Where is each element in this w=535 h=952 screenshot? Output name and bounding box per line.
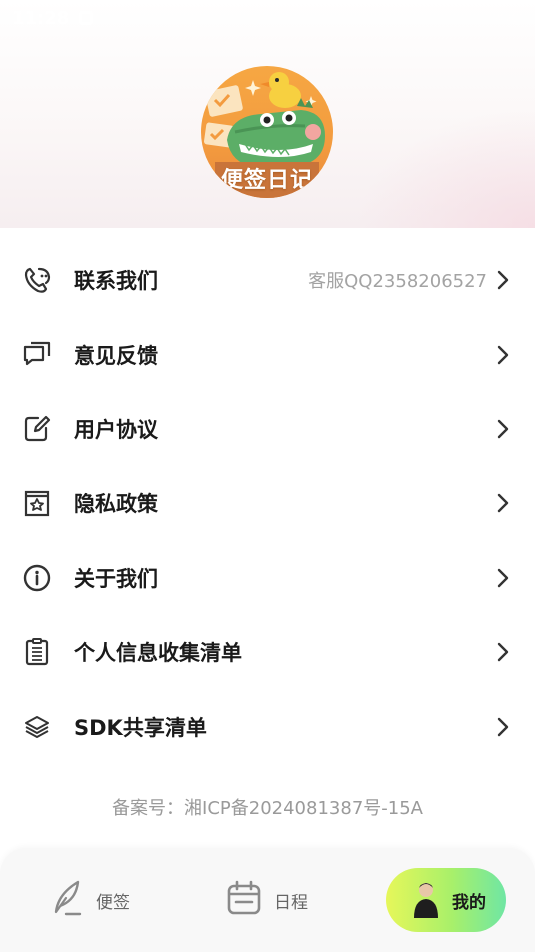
calendar-icon	[226, 880, 262, 921]
star-badge-icon	[22, 488, 52, 518]
menu-item-label: SDK共享清单	[74, 715, 207, 740]
chevron-right-icon	[497, 493, 513, 513]
edit-document-icon	[22, 414, 52, 444]
settings-menu: 联系我们 客服QQ2358206527 意见反馈 用户协议 隐私政策 关于我们 …	[0, 243, 535, 764]
user-avatar-icon	[412, 880, 440, 920]
menu-item-feedback[interactable]: 意见反馈	[0, 317, 535, 391]
tab-label: 日程	[274, 892, 308, 913]
chevron-right-icon	[497, 568, 513, 588]
menu-item-label: 联系我们	[74, 269, 158, 294]
menu-item-label: 隐私政策	[74, 492, 158, 517]
feather-pen-icon	[50, 878, 84, 923]
avatar[interactable]: 便签日记	[201, 66, 333, 198]
menu-item-label: 意见反馈	[74, 343, 158, 368]
chevron-right-icon	[497, 717, 513, 737]
notification-icon	[79, 11, 94, 25]
icp-record-text: 备案号：湘ICP备2024081387号-15A	[112, 798, 423, 819]
tab-schedule[interactable]: 日程	[226, 868, 308, 932]
tab-label: 便签	[96, 892, 130, 913]
feedback-chat-icon	[22, 340, 52, 370]
info-icon	[22, 563, 52, 593]
tab-mine[interactable]: 我的	[386, 868, 506, 932]
clipboard-list-icon	[22, 637, 52, 667]
menu-item-sdk-share-list[interactable]: SDK共享清单	[0, 689, 535, 763]
menu-item-label: 用户协议	[74, 417, 158, 442]
menu-item-about-us[interactable]: 关于我们	[0, 541, 535, 615]
customer-service-qq: 客服QQ2358206527	[308, 271, 487, 293]
chevron-right-icon	[497, 270, 513, 290]
menu-item-contact-us[interactable]: 联系我们 客服QQ2358206527	[0, 243, 535, 317]
network-indicator: 4G	[495, 7, 523, 29]
chevron-right-icon	[497, 345, 513, 365]
phone-chat-icon	[22, 265, 52, 295]
menu-item-label: 个人信息收集清单	[74, 641, 242, 666]
menu-item-privacy-policy[interactable]: 隐私政策	[0, 466, 535, 540]
chevron-right-icon	[497, 642, 513, 662]
status-bar: 11:28 4G	[0, 0, 535, 36]
status-time: 11:28	[12, 7, 70, 29]
tab-label: 我的	[452, 892, 486, 913]
menu-item-label: 关于我们	[74, 566, 158, 591]
menu-item-user-agreement[interactable]: 用户协议	[0, 392, 535, 466]
menu-item-personal-info-list[interactable]: 个人信息收集清单	[0, 615, 535, 689]
chevron-right-icon	[497, 419, 513, 439]
tab-notes[interactable]: 便签	[50, 868, 130, 932]
layers-icon	[22, 712, 52, 742]
bottom-tab-bar: 便签 日程 我的	[0, 848, 535, 952]
avatar-caption: 便签日记	[220, 168, 313, 193]
